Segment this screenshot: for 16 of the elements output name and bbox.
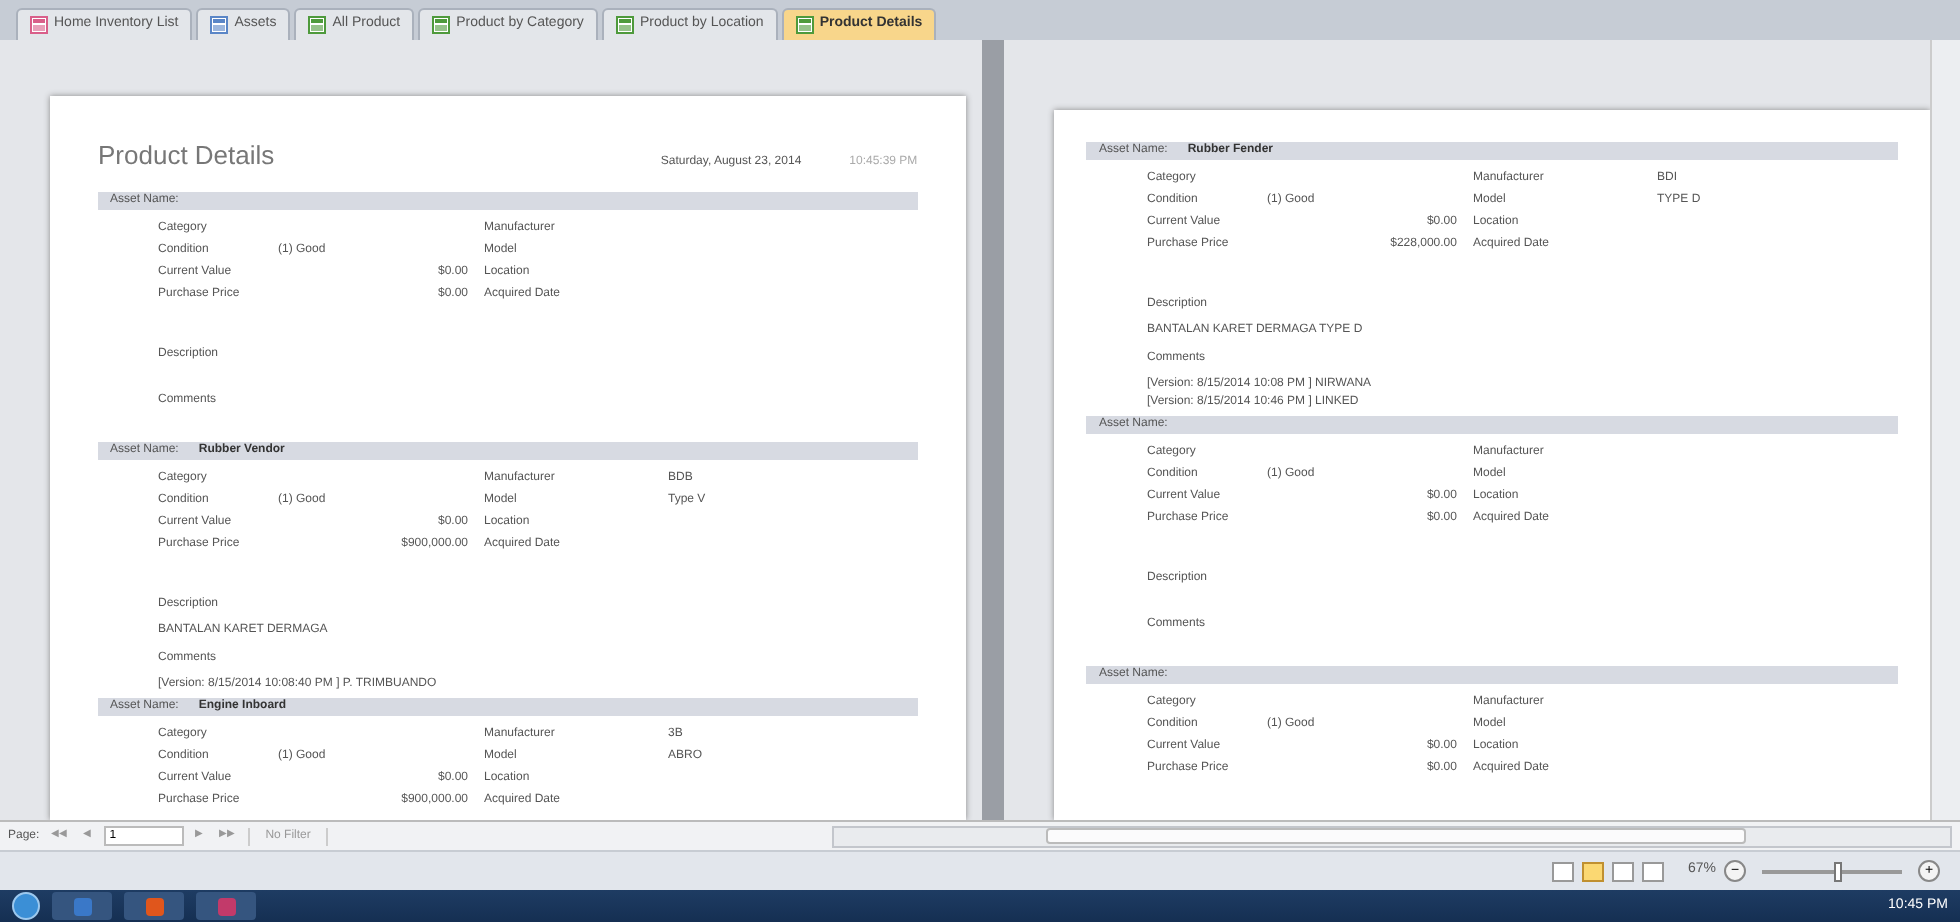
form-icon [795, 16, 814, 34]
horizontal-scrollbar[interactable] [832, 825, 1952, 847]
taskbar-app[interactable] [124, 892, 184, 920]
form-icon [30, 16, 48, 34]
view-button[interactable] [1611, 861, 1634, 881]
view-button[interactable] [1551, 861, 1574, 881]
view-button[interactable] [1581, 861, 1604, 881]
taskbar-app[interactable] [52, 892, 112, 920]
taskbar-app[interactable] [196, 892, 256, 920]
form-icon [432, 16, 451, 34]
table-icon [210, 16, 229, 34]
start-button[interactable] [12, 892, 40, 920]
form-icon [308, 16, 327, 34]
form-icon [615, 16, 634, 34]
view-button[interactable] [1641, 861, 1664, 881]
report-title: Product Details [98, 138, 275, 174]
